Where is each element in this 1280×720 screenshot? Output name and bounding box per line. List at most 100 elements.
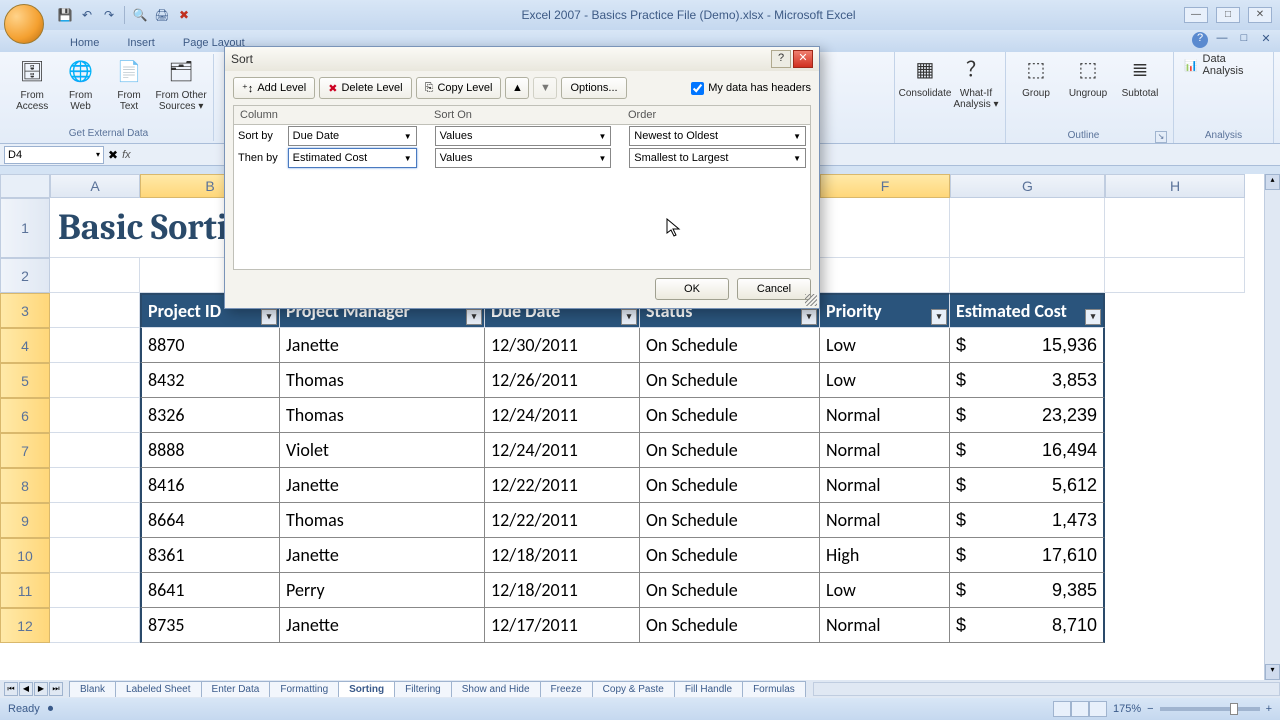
table-cell[interactable]: Thomas [280,503,485,538]
from-access-button[interactable]: 🗄From Access [10,54,54,112]
vertical-scrollbar[interactable]: ▴ ▾ [1264,174,1280,680]
undo-icon[interactable]: ↶ [78,6,96,24]
sheet-tab[interactable]: Labeled Sheet [115,681,202,697]
horizontal-scrollbar[interactable] [813,682,1280,696]
table-cell-cost[interactable]: $1,473 [950,503,1105,538]
table-cell[interactable]: 12/22/2011 [485,503,640,538]
table-cell[interactable]: On Schedule [640,468,820,503]
table-cell[interactable]: 12/30/2011 [485,328,640,363]
sort-column-select[interactable]: Estimated Cost▼ [288,148,417,168]
print-icon[interactable]: 🖨 [153,6,171,24]
zoom-level[interactable]: 175% [1113,703,1141,715]
table-cell[interactable]: 12/17/2011 [485,608,640,643]
table-cell[interactable]: Thomas [280,398,485,433]
table-header[interactable]: Priority▾ [820,293,950,328]
from-text-button[interactable]: 📄From Text [107,54,151,112]
tab-home[interactable]: Home [56,34,113,52]
table-cell[interactable]: Normal [820,398,950,433]
sheet-tab[interactable]: Show and Hide [451,681,541,697]
sort-column-select[interactable]: Due Date▼ [288,126,417,146]
table-cell[interactable]: 8326 [140,398,280,433]
table-cell[interactable]: 12/24/2011 [485,433,640,468]
column-header-F[interactable]: F [820,174,950,198]
table-cell[interactable]: 8416 [140,468,280,503]
group-button[interactable]: ⬚Group [1012,52,1060,99]
row-header-6[interactable]: 6 [0,398,50,433]
table-cell[interactable]: Normal [820,433,950,468]
table-header[interactable]: Estimated Cost▾ [950,293,1105,328]
outline-launcher[interactable]: ↘ [1155,131,1167,143]
macro-record-icon[interactable]: ⏺ [48,703,54,716]
row-header-3[interactable]: 3 [0,293,50,328]
page-break-view-button[interactable] [1089,701,1107,717]
table-cell[interactable]: On Schedule [640,433,820,468]
filter-button[interactable]: ▾ [261,309,277,325]
minimize-button[interactable]: — [1184,7,1208,23]
table-cell[interactable]: Normal [820,503,950,538]
filter-button[interactable]: ▾ [621,309,637,325]
zoom-in-button[interactable]: + [1266,703,1272,715]
what-if-button[interactable]: ？What-If Analysis ▾ [953,52,999,110]
table-cell[interactable]: Perry [280,573,485,608]
row-header-5[interactable]: 5 [0,363,50,398]
column-header-G[interactable]: G [950,174,1105,198]
filter-button[interactable]: ▾ [1085,309,1101,325]
sheet-tab[interactable]: Copy & Paste [592,681,675,697]
table-cell[interactable]: High [820,538,950,573]
table-cell-cost[interactable]: $5,612 [950,468,1105,503]
scroll-up-button[interactable]: ▴ [1265,174,1280,190]
filter-button[interactable]: ▾ [931,309,947,325]
move-down-button[interactable]: ▼ [533,77,557,99]
table-cell[interactable]: 8641 [140,573,280,608]
close-button[interactable]: ✕ [1248,7,1272,23]
zoom-out-button[interactable]: − [1147,703,1153,715]
table-cell[interactable]: Janette [280,608,485,643]
table-cell-cost[interactable]: $3,853 [950,363,1105,398]
table-cell-cost[interactable]: $23,239 [950,398,1105,433]
table-cell[interactable]: On Schedule [640,608,820,643]
sheet-tab[interactable]: Formulas [742,681,806,697]
close-workbook-icon[interactable]: ✕ [1258,32,1274,48]
maximize-button[interactable]: □ [1216,7,1240,23]
sort-on-select[interactable]: Values▼ [435,126,612,146]
table-cell[interactable]: 8432 [140,363,280,398]
sort-order-select[interactable]: Newest to Oldest▼ [629,126,806,146]
copy-level-button[interactable]: ⎘Copy Level [416,77,502,99]
prev-sheet-button[interactable]: ◀ [19,682,33,696]
cancel-button[interactable]: Cancel [737,278,811,300]
row-header-12[interactable]: 12 [0,608,50,643]
ok-button[interactable]: OK [655,278,729,300]
add-level-button[interactable]: ⁺↕Add Level [233,77,315,99]
table-cell[interactable]: 8361 [140,538,280,573]
headers-checkbox[interactable] [691,82,704,95]
table-cell[interactable]: Low [820,573,950,608]
table-cell-cost[interactable]: $17,610 [950,538,1105,573]
table-cell[interactable]: 12/18/2011 [485,573,640,608]
zoom-slider[interactable] [1160,707,1260,711]
row-header-7[interactable]: 7 [0,433,50,468]
name-box[interactable]: D4▾ [4,146,104,164]
sheet-tab[interactable]: Filtering [394,681,452,697]
filter-button[interactable]: ▾ [466,309,482,325]
normal-view-button[interactable] [1053,701,1071,717]
options-button[interactable]: Options... [561,77,626,99]
print-preview-icon[interactable]: 🔍 [131,6,149,24]
sheet-tab[interactable]: Freeze [540,681,593,697]
restore-ribbon-icon[interactable]: □ [1236,32,1252,48]
table-cell[interactable]: Low [820,328,950,363]
sheet-tab[interactable]: Sorting [338,681,395,697]
row-header-1[interactable]: 1 [0,198,50,258]
table-cell[interactable]: 12/22/2011 [485,468,640,503]
table-cell[interactable]: Janette [280,328,485,363]
dialog-close-button[interactable]: ✕ [793,50,813,68]
column-header-H[interactable]: H [1105,174,1245,198]
sheet-tab[interactable]: Enter Data [201,681,271,697]
table-cell[interactable]: On Schedule [640,328,820,363]
data-analysis-button[interactable]: 📊Data Analysis [1180,52,1267,78]
table-cell[interactable]: On Schedule [640,538,820,573]
table-cell[interactable]: 8735 [140,608,280,643]
save-icon[interactable]: 💾 [56,6,74,24]
delete-level-button[interactable]: ✖Delete Level [319,77,411,99]
table-cell[interactable]: Thomas [280,363,485,398]
table-cell[interactable]: On Schedule [640,573,820,608]
